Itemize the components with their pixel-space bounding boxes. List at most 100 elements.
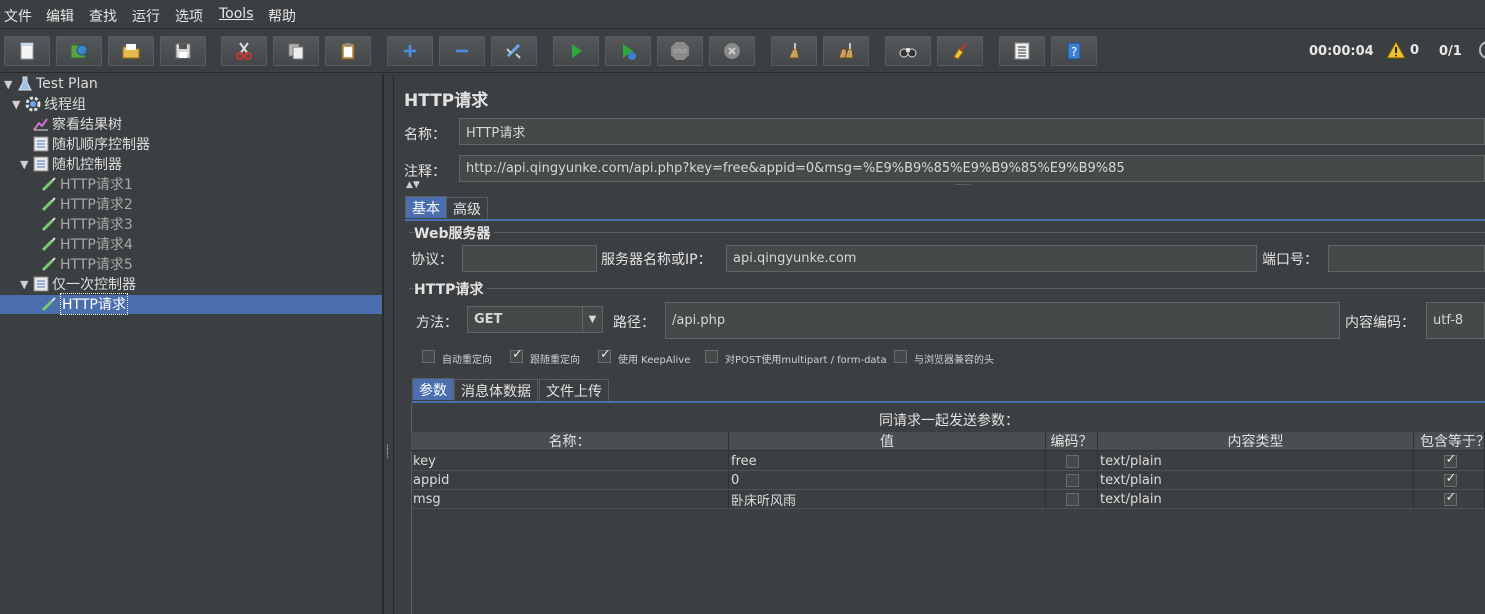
include-equals-checkbox[interactable] xyxy=(1443,452,1457,468)
expanded-triangle-icon[interactable]: ▼ xyxy=(20,158,32,171)
column-header-encode[interactable]: 编码？ xyxy=(1046,432,1098,451)
table-cell-encode[interactable] xyxy=(1046,490,1098,509)
clear-button[interactable] xyxy=(771,36,817,66)
encode-checkbox[interactable] xyxy=(1066,473,1079,487)
tab-file-upload[interactable]: 文件上传 xyxy=(539,379,609,401)
encoding-field[interactable]: utf-8 xyxy=(1426,302,1485,339)
menu-edit[interactable]: 编辑 xyxy=(46,6,74,26)
paste-button[interactable] xyxy=(325,36,371,66)
reset-search-icon xyxy=(953,43,967,60)
table-cell-name[interactable]: msg xyxy=(411,490,729,509)
tree-node-label: HTTP请求3 xyxy=(60,217,133,233)
comment-field[interactable]: http://api.qingyunke.com/api.php?key=fre… xyxy=(459,155,1485,182)
table-cell-encode[interactable] xyxy=(1046,471,1098,490)
server-field[interactable]: api.qingyunke.com xyxy=(726,245,1257,272)
tree-node-view-results-tree[interactable]: 察看结果树 xyxy=(32,114,122,134)
tree-node-random-order-controller[interactable]: 随机顺序控制器 xyxy=(32,134,150,154)
toggle-button[interactable] xyxy=(491,36,537,66)
start-no-pause-button[interactable] xyxy=(605,36,651,66)
tree-node-http-request-1[interactable]: HTTP请求1 xyxy=(40,174,133,194)
tree-node-http-request-selected[interactable]: HTTP请求 xyxy=(40,293,128,315)
menu-help[interactable]: 帮助 xyxy=(268,6,296,26)
table-cell-value[interactable]: 0 xyxy=(729,471,1046,490)
warning-indicator[interactable]: 0 xyxy=(1386,41,1419,59)
tree-node-http-request-2[interactable]: HTTP请求2 xyxy=(40,194,133,214)
column-header-value[interactable]: 值 xyxy=(729,432,1046,451)
gear-icon xyxy=(24,95,42,113)
path-field[interactable]: /api.php xyxy=(665,302,1340,339)
menu-file[interactable]: 文件 xyxy=(4,6,32,26)
multipart-checkbox[interactable] xyxy=(705,350,718,363)
tree-node-once-only-controller[interactable]: ▼ 仅一次控制器 xyxy=(20,274,136,294)
tab-basic[interactable]: 基本 xyxy=(405,196,447,218)
menu-run[interactable]: 运行 xyxy=(132,6,160,26)
shutdown-button[interactable] xyxy=(709,36,755,66)
expanded-triangle-icon[interactable]: ▼ xyxy=(12,98,24,111)
collapse-button[interactable] xyxy=(439,36,485,66)
clear-all-button[interactable] xyxy=(823,36,869,66)
controller-icon xyxy=(32,155,50,173)
table-cell-value[interactable]: free xyxy=(729,452,1046,471)
table-cell-content-type[interactable]: text/plain xyxy=(1098,471,1414,490)
include-equals-checkbox[interactable] xyxy=(1443,490,1457,506)
templates-button[interactable] xyxy=(56,36,102,66)
warning-count: 0 xyxy=(1410,42,1420,58)
table-cell-name[interactable]: appid xyxy=(411,471,729,490)
tab-advanced[interactable]: 高级 xyxy=(446,197,488,219)
new-button[interactable] xyxy=(4,36,50,66)
help-button[interactable]: ? xyxy=(1051,36,1097,66)
tree-node-http-request-3[interactable]: HTTP请求3 xyxy=(40,214,133,234)
tree-node-http-request-4[interactable]: HTTP请求4 xyxy=(40,234,133,254)
open-button[interactable] xyxy=(108,36,154,66)
copy-button[interactable] xyxy=(273,36,319,66)
search-button[interactable] xyxy=(885,36,931,66)
table-cell-name[interactable]: key xyxy=(411,452,729,471)
table-cell-content-type[interactable]: text/plain xyxy=(1098,490,1414,509)
start-button[interactable] xyxy=(553,36,599,66)
expanded-triangle-icon[interactable]: ▼ xyxy=(20,278,32,291)
table-cell-include-equals[interactable] xyxy=(1414,490,1485,509)
stop-button[interactable]: STOP xyxy=(657,36,703,66)
auto-redirect-checkbox[interactable] xyxy=(422,350,435,363)
keepalive-checkbox[interactable] xyxy=(598,347,611,363)
cut-button[interactable] xyxy=(221,36,267,66)
reset-search-button[interactable] xyxy=(937,36,983,66)
chevron-down-icon[interactable]: ▼ xyxy=(582,307,602,332)
tree-node-test-plan[interactable]: ▼ Test Plan xyxy=(4,74,98,94)
port-field[interactable] xyxy=(1328,245,1485,272)
save-button[interactable] xyxy=(160,36,206,66)
help-icon: ? xyxy=(1067,42,1081,60)
follow-redirect-checkbox[interactable] xyxy=(510,347,523,363)
table-cell-value[interactable]: 卧床听风雨 xyxy=(729,490,1046,509)
include-equals-checkbox[interactable] xyxy=(1443,471,1457,487)
protocol-field[interactable] xyxy=(462,245,597,272)
tree-node-http-request-5[interactable]: HTTP请求5 xyxy=(40,254,133,274)
tree-node-random-controller[interactable]: ▼ 随机控制器 xyxy=(20,154,122,174)
scissors-icon xyxy=(236,42,252,60)
controller-icon xyxy=(32,275,50,293)
tree-node-thread-group[interactable]: ▼ 线程组 xyxy=(12,94,86,114)
menu-tools[interactable]: Tools xyxy=(219,6,254,22)
column-header-include-equals[interactable]: 包含等于？ xyxy=(1414,432,1485,451)
function-helper-button[interactable] xyxy=(999,36,1045,66)
collapse-arrows-icon[interactable]: ▲▼ xyxy=(406,180,420,190)
browser-headers-checkbox[interactable] xyxy=(894,350,907,363)
table-cell-include-equals[interactable] xyxy=(1414,452,1485,471)
resize-grip-icon[interactable]: ⋯⋯ xyxy=(955,180,971,189)
table-cell-encode[interactable] xyxy=(1046,452,1098,471)
panel-splitter[interactable]: ⁞ ⁞ ⁞ xyxy=(383,74,394,614)
encode-checkbox[interactable] xyxy=(1066,454,1079,468)
column-header-content-type[interactable]: 内容类型 xyxy=(1098,432,1414,451)
tab-body-data[interactable]: 消息体数据 xyxy=(454,379,538,401)
method-select[interactable]: GET ▼ xyxy=(467,306,603,333)
menu-search[interactable]: 查找 xyxy=(89,6,117,26)
name-field[interactable]: HTTP请求 xyxy=(459,118,1485,145)
table-cell-include-equals[interactable] xyxy=(1414,471,1485,490)
tab-parameters[interactable]: 参数 xyxy=(412,378,454,400)
column-header-name[interactable]: 名称： xyxy=(411,432,729,451)
encode-checkbox[interactable] xyxy=(1066,492,1079,506)
expand-button[interactable] xyxy=(387,36,433,66)
expanded-triangle-icon[interactable]: ▼ xyxy=(4,78,16,91)
menu-options[interactable]: 选项 xyxy=(175,6,203,26)
table-cell-content-type[interactable]: text/plain xyxy=(1098,452,1414,471)
